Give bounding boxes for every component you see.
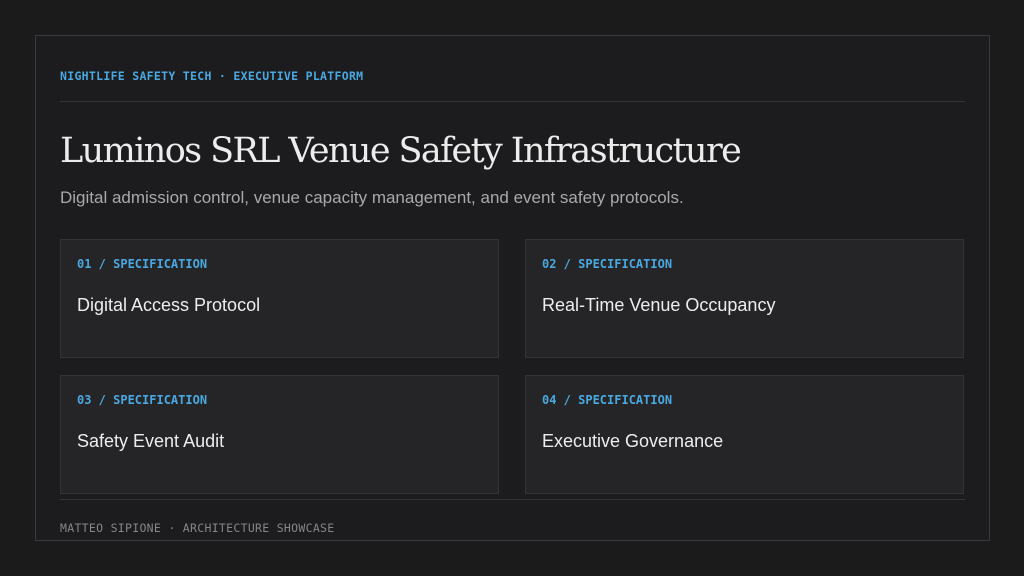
spec-card-label: 04 / SPECIFICATION [542, 393, 673, 407]
spec-card-label: 02 / SPECIFICATION [542, 257, 673, 271]
spec-card-title: Real-Time Venue Occupancy [542, 295, 776, 315]
footer-credit: MATTEO SIPIONE · ARCHITECTURE SHOWCASE [60, 521, 335, 535]
spec-card-title: Digital Access Protocol [77, 295, 261, 315]
spec-card-label: 03 / SPECIFICATION [77, 393, 208, 407]
page-subtitle: Digital admission control, venue capacit… [60, 188, 684, 207]
spec-card-title: Executive Governance [542, 431, 724, 451]
spec-card-4: 04 / SPECIFICATION Executive Governance [525, 375, 964, 494]
spec-card-2: 02 / SPECIFICATION Real-Time Venue Occup… [525, 239, 964, 358]
spec-card-title: Safety Event Audit [77, 431, 225, 451]
spec-card-label: 01 / SPECIFICATION [77, 257, 208, 271]
spec-card-3: 03 / SPECIFICATION Safety Event Audit [60, 375, 499, 494]
footer-divider [60, 499, 965, 500]
header-divider [60, 101, 965, 102]
page-title: Luminos SRL Venue Safety Infrastructure [60, 131, 742, 171]
header-kicker: NIGHTLIFE SAFETY TECH · EXECUTIVE PLATFO… [60, 69, 364, 83]
spec-card-1: 01 / SPECIFICATION Digital Access Protoc… [60, 239, 499, 358]
